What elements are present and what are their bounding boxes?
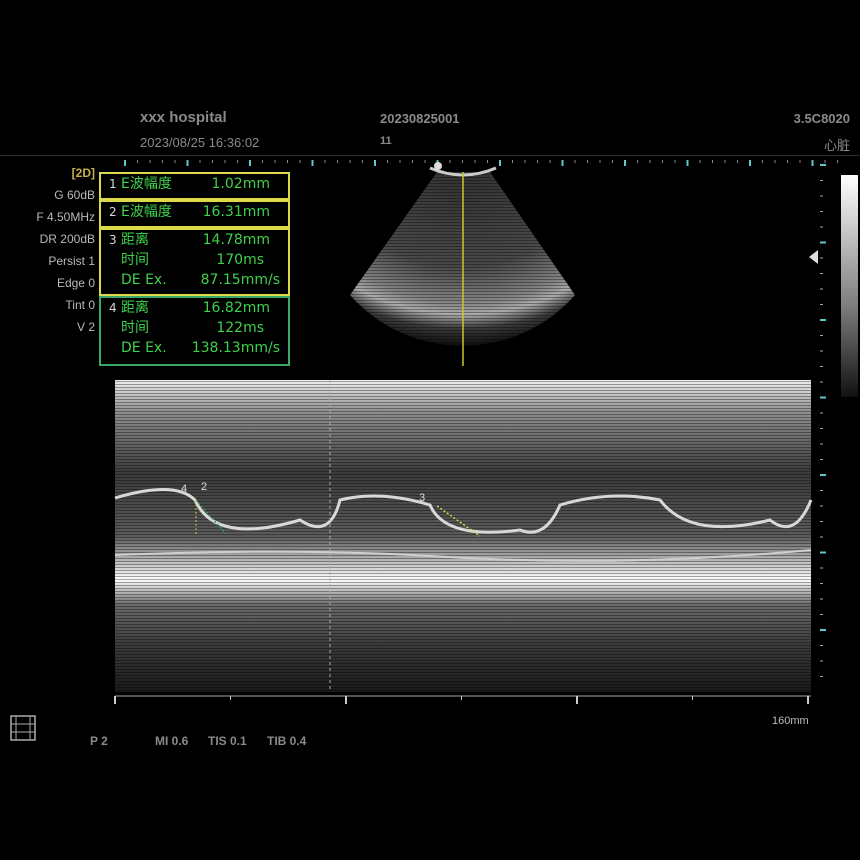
measurement-box-2[interactable]: 2 E波幅度 16.31mm bbox=[99, 200, 290, 228]
film-icon[interactable] bbox=[10, 715, 36, 741]
caliper-label-2: 2 bbox=[201, 481, 207, 493]
measurement-value: 14.78mm bbox=[202, 232, 270, 248]
measurement-label: E波幅度 bbox=[121, 204, 172, 220]
grayscale-bar bbox=[841, 175, 858, 397]
measurement-value: 1.02mm bbox=[211, 176, 270, 192]
measurement-box-3[interactable]: 3 距离 14.78mm 时间 170ms DE Ex. 87.15mm/s bbox=[99, 228, 290, 296]
measurement-value: 16.82mm bbox=[202, 300, 270, 316]
measurement-box-4[interactable]: 4 距离 16.82mm 时间 122ms DE Ex. 138.13mm/s bbox=[99, 296, 290, 366]
time-axis-ticks bbox=[114, 696, 809, 704]
power-level: P 2 bbox=[90, 734, 108, 748]
measurement-label: 距离 bbox=[121, 300, 149, 316]
right-depth-ruler bbox=[820, 164, 826, 677]
measurement-label: DE Ex. bbox=[121, 340, 167, 356]
measurement-value: 138.13mm/s bbox=[191, 340, 280, 356]
measurement-number: 3 bbox=[109, 233, 117, 247]
measurement-label: 距离 bbox=[121, 232, 149, 248]
measurement-value: 16.31mm bbox=[202, 204, 270, 220]
ultrasound-image: 4 2 3 bbox=[114, 160, 838, 704]
probe-orientation-marker bbox=[434, 162, 442, 170]
mi-index: MI 0.6 bbox=[155, 734, 189, 748]
measurement-label: DE Ex. bbox=[121, 272, 167, 288]
caliper-label-3: 3 bbox=[419, 492, 425, 504]
tis-index: TIS 0.1 bbox=[208, 734, 247, 748]
mmode-depth-label: 160mm bbox=[772, 715, 809, 727]
measurement-number: 1 bbox=[109, 177, 117, 191]
measurement-label: 时间 bbox=[121, 320, 149, 336]
mmode-speckle bbox=[115, 380, 811, 692]
measurement-number: 2 bbox=[109, 205, 117, 219]
measurement-label: 时间 bbox=[121, 252, 149, 268]
focus-marker-icon[interactable] bbox=[809, 250, 818, 264]
top-depth-ruler bbox=[124, 160, 838, 166]
measurement-value: 170ms bbox=[216, 252, 264, 268]
measurement-box-1[interactable]: 1 E波幅度 1.02mm bbox=[99, 172, 290, 200]
measurement-value: 87.15mm/s bbox=[200, 272, 280, 288]
measurement-label: E波幅度 bbox=[121, 176, 172, 192]
measurement-value: 122ms bbox=[216, 320, 264, 336]
measurement-number: 4 bbox=[109, 301, 117, 315]
tib-index: TIB 0.4 bbox=[267, 734, 307, 748]
caliper-label-4: 4 bbox=[181, 483, 187, 495]
